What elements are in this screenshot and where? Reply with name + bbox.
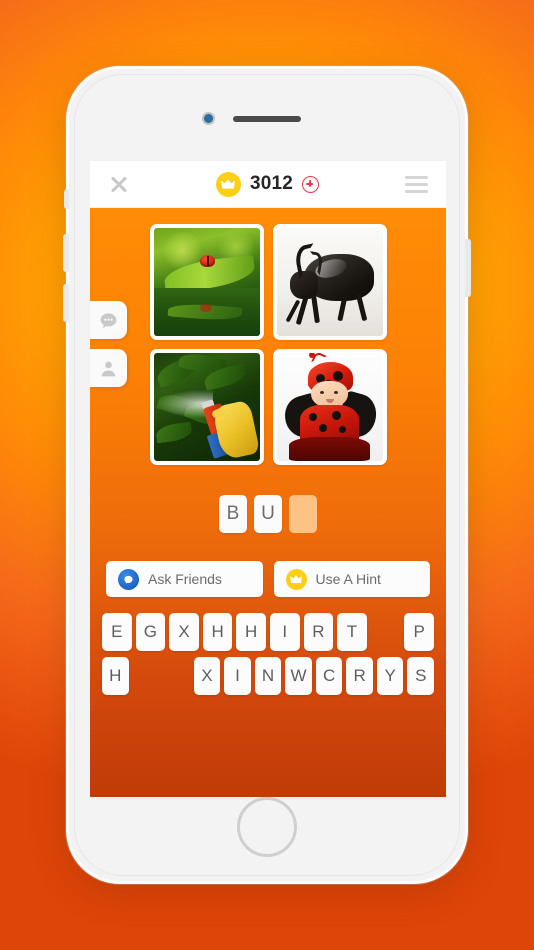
use-a-hint-label: Use A Hint — [315, 571, 381, 587]
letter-key[interactable]: R — [346, 657, 373, 695]
front-camera-icon — [204, 114, 213, 123]
top-bar: 3012 — [90, 161, 446, 208]
puzzle-image-4[interactable] — [272, 349, 387, 465]
ask-friends-label: Ask Friends — [148, 571, 222, 587]
phone-device: 3012 B U Ask Friends Use A Hint E G X H … — [63, 66, 471, 884]
side-tab-group — [90, 301, 127, 387]
letter-key[interactable]: H — [202, 613, 233, 651]
chat-tab[interactable] — [90, 301, 127, 339]
letter-key[interactable]: P — [404, 613, 434, 651]
answer-slot-3[interactable] — [289, 495, 317, 533]
letter-key[interactable]: T — [337, 613, 367, 651]
ladybug-costume-baby-image — [276, 353, 383, 461]
puzzle-image-1[interactable] — [149, 224, 264, 340]
power-button[interactable] — [465, 239, 471, 297]
ladybug-on-leaf-image — [153, 228, 260, 336]
letter-keyboard: E G X H H I R T P H X I N W C R Y S — [102, 613, 435, 695]
close-icon[interactable] — [108, 173, 130, 195]
crown-coin-icon — [285, 568, 307, 590]
letter-key[interactable]: E — [102, 613, 132, 651]
letter-key[interactable]: S — [407, 657, 435, 695]
pesticide-spray-image — [153, 353, 260, 461]
puzzle-image-2[interactable] — [272, 224, 387, 340]
profile-tab[interactable] — [90, 349, 127, 387]
mute-switch[interactable] — [64, 189, 69, 209]
letter-key[interactable]: X — [169, 613, 199, 651]
letter-key-used — [133, 657, 160, 695]
earpiece-speaker — [233, 116, 301, 122]
puzzle-image-3[interactable] — [149, 349, 264, 465]
letter-key[interactable]: H — [102, 657, 129, 695]
letter-row-1: E G X H H I R T P — [102, 613, 434, 651]
answer-slot-2[interactable]: U — [254, 495, 282, 533]
volume-up-button[interactable] — [63, 234, 69, 272]
volume-down-button[interactable] — [63, 284, 69, 322]
answer-slot-1[interactable]: B — [219, 495, 247, 533]
letter-key-used — [163, 657, 190, 695]
letter-key[interactable]: X — [193, 657, 221, 695]
letter-key-used — [371, 613, 401, 651]
menu-icon[interactable] — [404, 175, 428, 193]
letter-key[interactable]: C — [315, 657, 343, 695]
letter-key[interactable]: W — [285, 657, 312, 695]
letter-key[interactable]: I — [224, 657, 251, 695]
letter-key[interactable]: N — [254, 657, 282, 695]
ask-friends-button[interactable]: Ask Friends — [106, 561, 263, 597]
coin-count: 3012 — [249, 173, 294, 194]
add-coins-button[interactable] — [302, 175, 320, 193]
messenger-icon — [118, 568, 139, 590]
home-button[interactable] — [237, 797, 297, 857]
chat-bubble-icon — [100, 312, 117, 328]
letter-key[interactable]: R — [303, 613, 334, 651]
crown-coin-icon — [215, 171, 241, 197]
letter-row-2: H X I N W C R Y S — [102, 657, 435, 695]
letter-key[interactable]: Y — [376, 657, 404, 695]
letter-key[interactable]: H — [236, 613, 266, 651]
app-screen: 3012 B U Ask Friends Use A Hint E G X H … — [90, 161, 446, 797]
person-icon — [101, 361, 116, 376]
use-a-hint-button[interactable]: Use A Hint — [273, 561, 430, 597]
coin-balance-group: 3012 — [215, 171, 320, 197]
rhinoceros-beetle-image — [276, 228, 383, 336]
answer-slots: B U — [90, 495, 446, 533]
puzzle-image-grid — [149, 224, 387, 465]
game-area: B U Ask Friends Use A Hint E G X H H I R… — [90, 208, 446, 797]
letter-key[interactable]: G — [135, 613, 166, 651]
action-buttons: Ask Friends Use A Hint — [106, 561, 430, 597]
letter-key[interactable]: I — [269, 613, 300, 651]
